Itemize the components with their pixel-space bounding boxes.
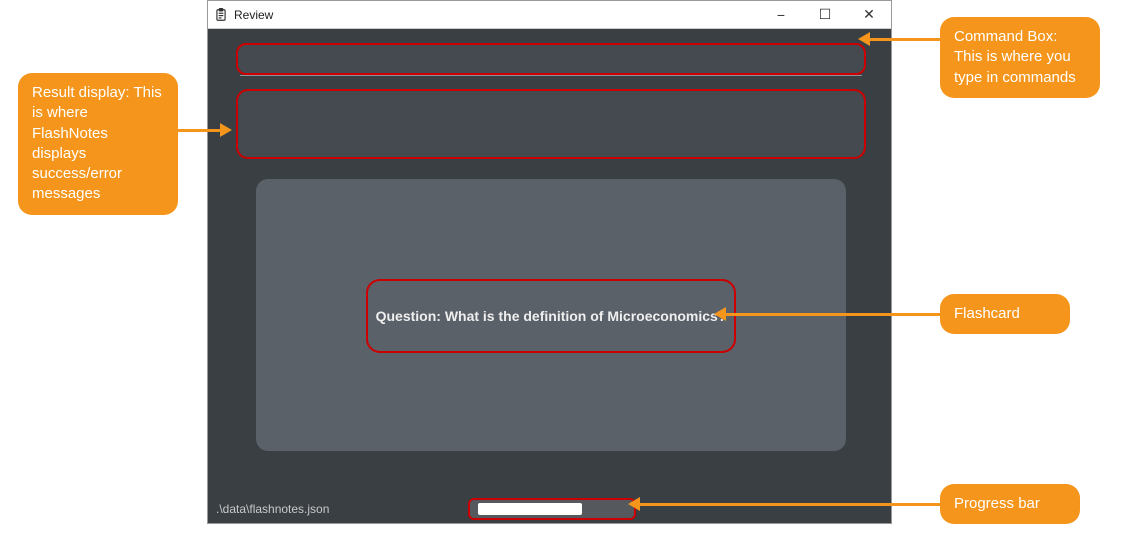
window-title: Review	[234, 8, 273, 22]
command-underline	[240, 75, 862, 76]
callout-progress-bar: Progress bar	[940, 484, 1080, 524]
app-body: Question: What is the definition of Micr…	[208, 29, 891, 523]
minimize-icon: −	[777, 7, 785, 23]
result-display	[236, 89, 866, 159]
command-input[interactable]	[238, 45, 864, 73]
close-button[interactable]: ✕	[847, 1, 891, 29]
callout-command-box: Command Box: This is where you type in c…	[940, 17, 1100, 98]
arrow-line	[640, 503, 940, 506]
arrow-line	[178, 129, 220, 132]
review-window: Review − ☐ ✕ Question: What is the defin…	[207, 0, 892, 524]
arrow-head-icon	[220, 123, 232, 137]
close-icon: ✕	[863, 6, 875, 23]
minimize-button[interactable]: −	[759, 1, 803, 29]
maximize-icon: ☐	[819, 6, 832, 23]
progress-fill	[478, 503, 582, 515]
clipboard-list-icon	[214, 8, 228, 22]
status-path: .\data\flashnotes.json	[216, 502, 329, 516]
progress-bar	[468, 498, 636, 520]
arrow-head-icon	[714, 307, 726, 321]
titlebar: Review − ☐ ✕	[208, 1, 891, 29]
arrow-head-icon	[858, 32, 870, 46]
flashcard: Question: What is the definition of Micr…	[366, 279, 736, 353]
callout-result-display: Result display: This is where FlashNotes…	[18, 73, 178, 215]
flashcard-question: Question: What is the definition of Micr…	[376, 308, 727, 324]
callout-flashcard: Flashcard	[940, 294, 1070, 334]
statusbar: .\data\flashnotes.json	[208, 495, 891, 523]
arrow-head-icon	[628, 497, 640, 511]
command-box[interactable]	[236, 43, 866, 75]
arrow-line	[726, 313, 940, 316]
arrow-line	[870, 38, 940, 41]
maximize-button[interactable]: ☐	[803, 1, 847, 29]
